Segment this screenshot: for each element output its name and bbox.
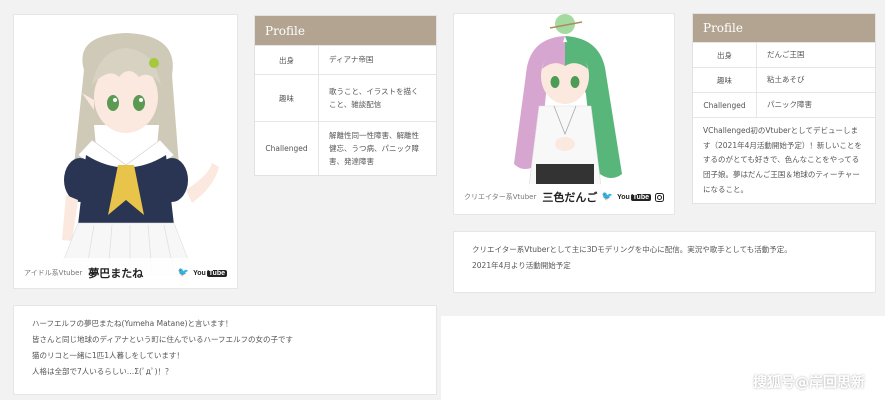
profile-description: VChallenged初のVtuberとしてデビューします（2021年4月活動開… [693,117,875,203]
bio-line: 皆さんと同じ地球のディアナという町に住んでいるハーフエルフの女の子です [32,335,293,345]
profile-value: だんご王国 [767,50,805,60]
profile-key: 趣味 [693,68,757,92]
bio-card-matane: ハーフエルフの夢巴またね(Yumeha Matane)と言います！ 皆さんと同じ… [13,305,437,395]
role-label: クリエイター系Vtuber [464,193,537,201]
bio-line: ハーフエルフの夢巴またね(Yumeha Matane)と言います！ [32,319,233,328]
bio-card-dango: クリエイター系Vtuberとして主に3Dモデリングを中心に配信。実況や歌手として… [453,231,876,293]
vtuber-name: 夢巴またね [88,267,144,280]
profile-header: Profile [693,14,875,42]
twitter-icon[interactable]: 🐦 [178,268,189,278]
bio-line: 2021年4月より活動開始予定 [472,261,571,271]
instagram-icon[interactable] [655,192,664,202]
vtuber-name: 三色だんご [542,191,598,204]
profile-key: Challenged [255,122,319,175]
youtube-text: You [617,193,630,201]
youtube-box-text: Tube [630,193,651,201]
bio-line: 猫のリコと一緒に1匹1人暮しをしています！ [32,351,184,361]
profile-table-dango: Profile 出身 だんご王国 趣味 粘土あそび Challenged パニッ… [692,13,876,204]
profile-value: 粘土あそび [767,75,805,85]
avatar-card-dango: クリエイター系Vtuber 三色だんご 🐦 You Tube [453,13,675,215]
watermark-text: 搜狐号@岸回思新 [753,375,865,391]
profile-row-origin: 出身 ディアナ帝国 [255,45,436,74]
profile-row-hobby: 趣味 粘土あそび [693,67,875,92]
avatar-footer: アイドル系Vtuber 夢巴またね 🐦 You Tube [14,258,237,288]
profile-table-matane: Profile 出身 ディアナ帝国 趣味 歌うこと、イラストを描くこと、雑談配信… [254,15,437,176]
role-label: アイドル系Vtuber [24,269,83,277]
avatar-footer: クリエイター系Vtuber 三色だんご 🐦 You Tube [454,184,674,210]
profile-key: Challenged [693,93,757,117]
profile-header: Profile [255,16,436,45]
bio-line: クリエイター系Vtuberとして主に3Dモデリングを中心に配信。実況や歌手として… [472,245,792,254]
social-links: 🐦 You Tube [602,192,664,202]
youtube-box-text: Tube [206,269,227,277]
profile-value: 歌うこと、イラストを描くこと、雑談配信 [329,86,419,109]
profile-row-origin: 出身 だんご王国 [693,42,875,67]
youtube-icon[interactable]: You Tube [193,269,227,277]
profile-key: 趣味 [255,75,319,121]
bio-line: 人格は全部で7人いるらしい…Σ(ﾟдﾟ)！？ [32,367,173,377]
profile-value: パニック障害 [767,100,812,110]
bottom-right-panel: 搜狐号@岸回思新 [441,316,885,400]
profile-value: ディアナ帝国 [329,55,374,65]
youtube-text: You [193,269,206,277]
social-links: 🐦 You Tube [178,268,227,278]
profile-key: 出身 [693,43,757,67]
avatar-card-matane: アイドル系Vtuber 夢巴またね 🐦 You Tube [13,14,238,289]
profile-row-challenged: Challenged パニック障害 [693,92,875,117]
profile-value: 解離性同一性障害、解離性健忘、うつ病、パニック障害、発達障害 [329,130,419,167]
profile-row-challenged: Challenged 解離性同一性障害、解離性健忘、うつ病、パニック障害、発達障… [255,121,436,175]
youtube-icon[interactable]: You Tube [617,193,651,201]
twitter-icon[interactable]: 🐦 [602,192,613,202]
profile-key: 出身 [255,46,319,74]
profile-row-hobby: 趣味 歌うこと、イラストを描くこと、雑談配信 [255,74,436,121]
character-illustration-matane [57,33,219,276]
